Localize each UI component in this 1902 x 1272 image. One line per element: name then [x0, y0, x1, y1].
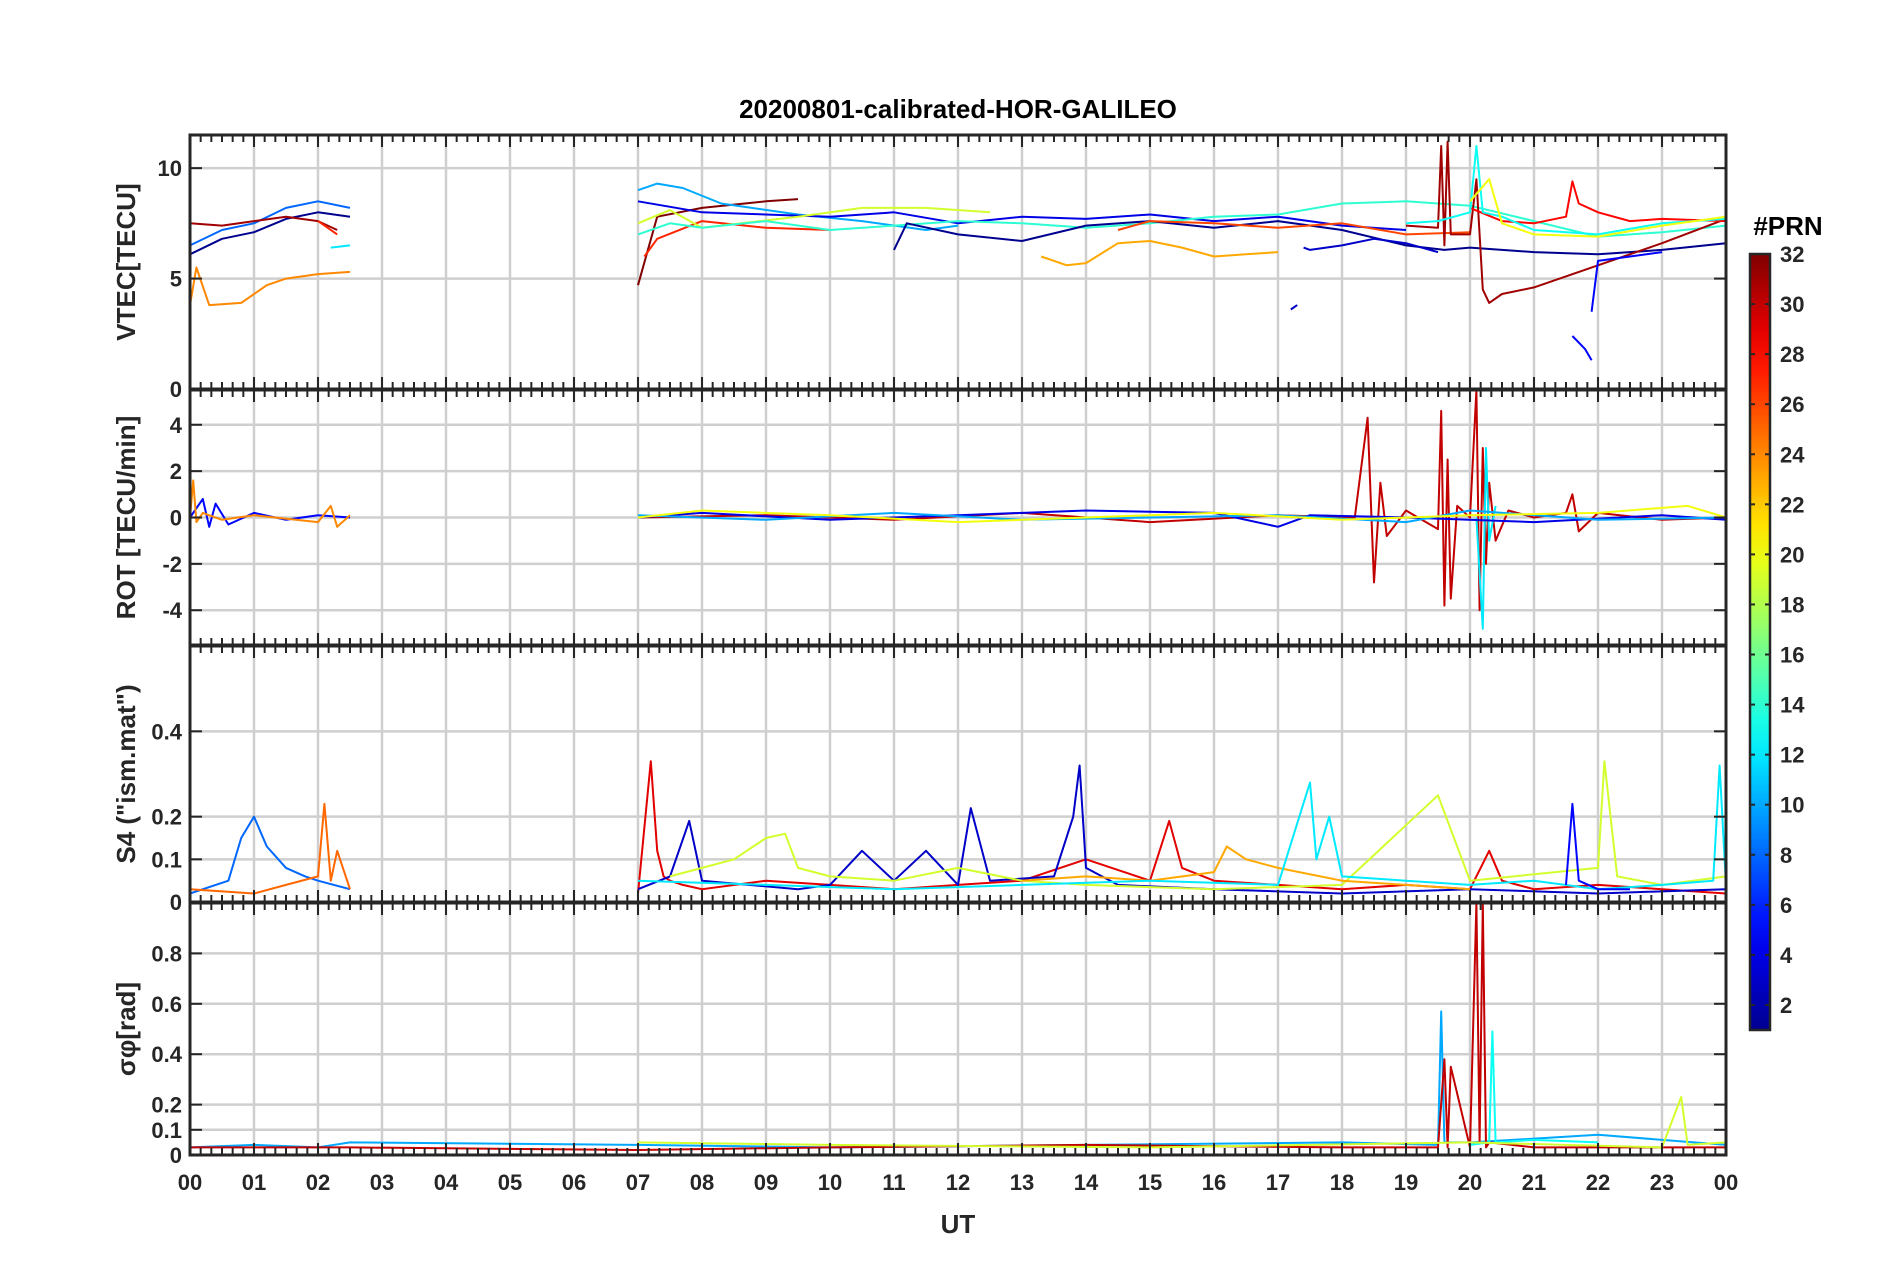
x-tick-label: 19 [1394, 1170, 1418, 1195]
x-tick-label: 00 [178, 1170, 202, 1195]
y-axis-label: S4 ("ism.mat") [111, 684, 141, 863]
panel-sigma_phi: 00.10.2 0.4 0.6 0.8 σφ[rad] [111, 901, 1728, 1168]
colorbar-tick-label: 24 [1780, 442, 1805, 467]
panel-s4: 0 0.1 0.2 0.4 S4 ("ism.mat") [111, 644, 1728, 915]
series-line-prn-5 [1571, 335, 1593, 361]
x-tick-label: 07 [626, 1170, 650, 1195]
x-tick-label: 20 [1458, 1170, 1482, 1195]
series-line-prn-24 [189, 266, 351, 307]
y-axis-label: VTEC[TECU] [111, 183, 141, 340]
x-tick-label: 09 [754, 1170, 778, 1195]
colorbar-tick-label: 18 [1780, 592, 1804, 617]
colorbar-tick-label: 22 [1780, 492, 1804, 517]
y-tick-label: 0.2 [151, 805, 182, 830]
series-line-prn-29 [637, 760, 1727, 895]
colorbar-tick-label: 6 [1780, 893, 1792, 918]
y-tick-label: 10 [158, 156, 182, 181]
y-tick-label: 0.4 [151, 1042, 182, 1067]
y-tick-label: 0.1 [151, 847, 182, 872]
series-line-prn-13 [1405, 145, 1727, 236]
y-tick-label: 4 [170, 413, 183, 438]
x-tick-label: 05 [498, 1170, 522, 1195]
x-tick-label: 08 [690, 1170, 714, 1195]
colorbar-tick-label: 4 [1780, 943, 1793, 968]
x-axis-label: UT [941, 1209, 976, 1239]
colorbar-tick-label: 14 [1780, 693, 1805, 718]
colorbar: #PRN2468101214161820222426283032 [1748, 211, 1823, 1032]
colorbar-tick-label: 16 [1780, 643, 1804, 668]
y-tick-label: 0.6 [151, 992, 182, 1017]
colorbar-tick-label: 32 [1780, 242, 1804, 267]
series-line-prn-3 [1303, 237, 1439, 254]
y-tick-label: 0.4 [151, 719, 182, 744]
series-line-prn-3 [637, 764, 1727, 895]
x-tick-label: 04 [434, 1170, 459, 1195]
x-tick-label: 17 [1266, 1170, 1290, 1195]
figure: 20200801-calibrated-HOR-GALILEO 0510VTEC… [111, 94, 1823, 1239]
x-tick-label: 11 [882, 1170, 905, 1195]
series-line-prn-5 [1590, 251, 1663, 312]
colorbar-tick-label: 20 [1780, 542, 1804, 567]
colorbar-tick-label: 8 [1780, 843, 1792, 868]
series-line-prn-24 [189, 479, 351, 528]
x-tick-label: 13 [1010, 1170, 1034, 1195]
panels-group: 0510VTEC[TECU]-4-2024ROT [TECU/min]00.10… [111, 133, 1728, 1168]
y-tick-label: 2 [170, 459, 182, 484]
x-tick-label: 14 [1074, 1170, 1099, 1195]
series-line-prn-23 [1040, 240, 1279, 267]
colorbar-label: #PRN [1753, 211, 1822, 241]
x-axis-tick-labels: 00 01 02 03 04 05 06 07 08 09 10 11 12 13 14 15 16 17 18 19… [178, 1170, 1738, 1195]
colorbar-tick-label: 10 [1780, 793, 1804, 818]
y-tick-label: 0 [170, 890, 182, 915]
y-tick-label: 0.1 [151, 1118, 182, 1143]
y-tick-label: 0.8 [151, 941, 182, 966]
x-tick-label: 12 [946, 1170, 970, 1195]
panel-rot: -4 -2 0 2 4 ROT [TECU/min] [111, 388, 1728, 647]
y-axis-label: ROT [TECU/min] [111, 416, 141, 620]
panel-vtec: 0 5 10 VTEC[TECU] [111, 133, 1728, 402]
x-tick-label: 16 [1202, 1170, 1226, 1195]
colorbar-tick-label: 12 [1780, 743, 1804, 768]
x-tick-label: 23 [1650, 1170, 1674, 1195]
x-tick-label: 06 [562, 1170, 586, 1195]
x-tick-label: 02 [306, 1170, 330, 1195]
y-tick-label: -4 [162, 598, 182, 623]
series-line-prn-3 [1290, 304, 1298, 311]
series-line-prn-12 [330, 244, 351, 249]
colorbar-tick-label: 26 [1780, 392, 1804, 417]
x-tick-label: 22 [1586, 1170, 1610, 1195]
series-line-prn-8 [189, 200, 351, 247]
x-tick-label: 00 [1714, 1170, 1738, 1195]
x-tick-label: 01 [242, 1170, 266, 1195]
series-line-prn-30 [637, 389, 1727, 612]
y-axis-label: σφ[rad] [111, 982, 141, 1076]
x-tick-label: 10 [818, 1170, 842, 1195]
figure-title: 20200801-calibrated-HOR-GALILEO [739, 94, 1177, 124]
y-tick-label: 0.2 [151, 1093, 182, 1118]
colorbar-tick-label: 2 [1780, 993, 1792, 1018]
x-tick-label: 03 [370, 1170, 394, 1195]
colorbar-tick-label: 30 [1780, 292, 1804, 317]
y-tick-label: 0 [170, 506, 182, 531]
y-tick-label: 5 [170, 267, 182, 292]
colorbar-tick-label: 28 [1780, 342, 1804, 367]
y-tick-label: -2 [162, 552, 182, 577]
y-tick-label: 0 [170, 377, 182, 402]
y-tick-label: 0 [170, 1143, 182, 1168]
x-tick-label: 15 [1138, 1170, 1162, 1195]
colorbar-gradient [1748, 252, 1772, 1032]
x-tick-label: 18 [1330, 1170, 1354, 1195]
x-tick-label: 21 [1522, 1170, 1546, 1195]
